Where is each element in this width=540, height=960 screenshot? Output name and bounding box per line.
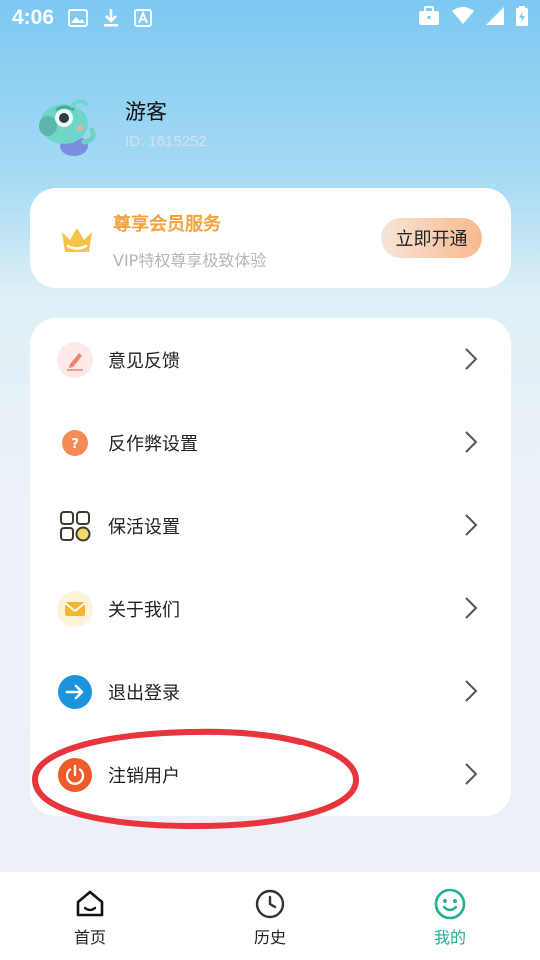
- menu-item-label: 关于我们: [108, 600, 180, 621]
- keep-alive-icon: [57, 508, 93, 544]
- nav-label: 首页: [73, 928, 106, 947]
- menu-item-label: 保活设置: [108, 517, 180, 538]
- menu-item-anti-cheat[interactable]: ? 反作弊设置: [30, 401, 511, 484]
- download-notification-icon: [102, 8, 120, 28]
- status-bar: 4:06: [0, 0, 540, 36]
- signal-icon: [486, 7, 504, 29]
- chevron-right-icon: [464, 430, 478, 454]
- username: 游客: [125, 100, 167, 124]
- mail-icon: [57, 591, 93, 627]
- user-id: ID: 1615252: [125, 133, 207, 150]
- logout-icon: [57, 674, 93, 710]
- chevron-right-icon: [464, 513, 478, 537]
- chevron-right-icon: [464, 347, 478, 371]
- briefcase-icon: [418, 6, 440, 30]
- font-notification-icon: [134, 9, 153, 27]
- menu-item-about-us[interactable]: 关于我们: [30, 567, 511, 650]
- image-notification-icon: [68, 9, 89, 27]
- nav-tab-home[interactable]: 首页: [0, 872, 180, 960]
- status-time: 4:06: [12, 6, 55, 29]
- bottom-navigation: 首页 历史 我的: [0, 872, 540, 960]
- activate-vip-button[interactable]: 立即开通: [381, 218, 482, 258]
- nav-label: 我的: [433, 928, 466, 947]
- chevron-right-icon: [464, 596, 478, 620]
- menu-item-logout[interactable]: 退出登录: [30, 650, 511, 733]
- menu-item-label: 退出登录: [108, 683, 180, 704]
- profile-header[interactable]: 游客 ID: 1615252: [30, 90, 510, 170]
- crown-icon: [60, 224, 94, 254]
- settings-menu: 意见反馈 ? 反作弊设置 保活设置 关于我们 退出登录 注销用户: [30, 318, 511, 816]
- nav-tab-mine[interactable]: 我的: [360, 872, 540, 960]
- vip-membership-card[interactable]: 尊享会员服务 VIP特权尊享极致体验 立即开通: [30, 188, 511, 288]
- smiley-icon: [434, 888, 466, 920]
- battery-icon: [516, 6, 528, 30]
- menu-item-deregister[interactable]: 注销用户: [30, 733, 511, 816]
- menu-item-label: 反作弊设置: [108, 434, 198, 455]
- clock-icon: [254, 888, 286, 920]
- wifi-icon: [452, 7, 474, 29]
- chevron-right-icon: [464, 679, 478, 703]
- nav-label: 历史: [253, 928, 286, 947]
- svg-text:?: ?: [71, 437, 79, 452]
- avatar[interactable]: [34, 96, 96, 160]
- vip-title: 尊享会员服务: [113, 214, 221, 235]
- chevron-right-icon: [464, 762, 478, 786]
- menu-item-label: 注销用户: [108, 766, 180, 787]
- power-icon: [57, 757, 93, 793]
- menu-item-feedback[interactable]: 意见反馈: [30, 318, 511, 401]
- vip-subtitle: VIP特权尊享极致体验: [113, 251, 267, 270]
- menu-item-keep-alive[interactable]: 保活设置: [30, 484, 511, 567]
- menu-item-label: 意见反馈: [108, 351, 180, 372]
- feedback-icon: [57, 342, 93, 378]
- nav-tab-history[interactable]: 历史: [180, 872, 360, 960]
- anti-cheat-icon: ?: [57, 425, 93, 461]
- home-icon: [74, 888, 106, 920]
